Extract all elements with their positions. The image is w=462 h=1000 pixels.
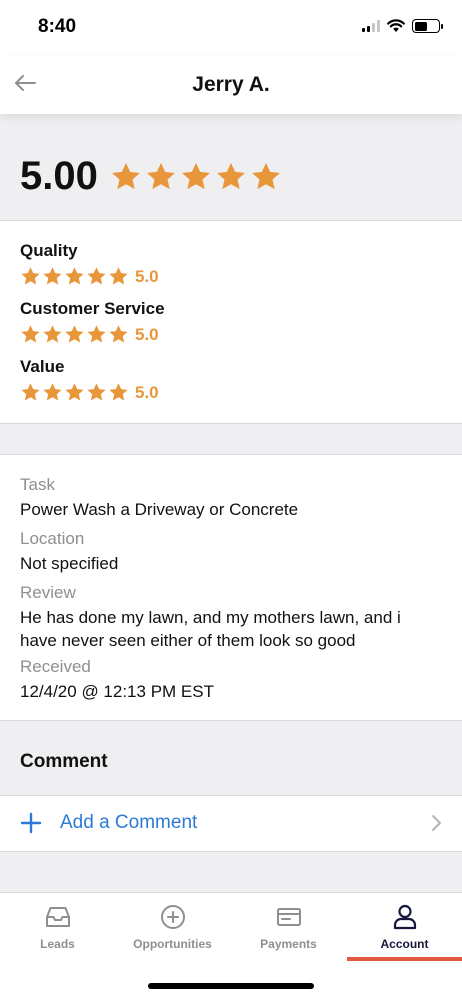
review-text: He has done my lawn, and my mothers lawn… — [20, 608, 401, 650]
rating-score-value: 5.0 — [135, 382, 159, 402]
star-icon — [86, 324, 107, 345]
status-icons — [362, 19, 443, 33]
rating-label-customer-service: Customer Service — [20, 299, 165, 318]
rating-label-quality: Quality — [20, 241, 78, 260]
bottom-spacer — [0, 852, 462, 892]
received-label: Received — [20, 657, 91, 676]
status-bar: 8:40 — [0, 0, 462, 56]
star-icon — [86, 266, 107, 287]
tab-label: Leads — [40, 937, 75, 951]
section-spacer — [0, 424, 462, 454]
star-icon — [64, 382, 85, 403]
star-icon — [108, 266, 129, 287]
received-value: 12/4/20 @ 12:13 PM EST — [20, 682, 214, 701]
page-title: Jerry A. — [192, 73, 270, 96]
tab-label: Payments — [260, 937, 317, 951]
star-icon — [42, 324, 63, 345]
rating-score-customer-service: 5.0 — [135, 324, 159, 344]
status-time: 8:40 — [38, 16, 77, 37]
overall-rating: 5.00 — [20, 154, 285, 199]
chevron-right-icon — [432, 815, 441, 831]
battery-icon — [412, 19, 443, 33]
rating-value: 5.0 — [20, 382, 159, 403]
inbox-icon — [45, 907, 70, 927]
star-icon — [64, 324, 85, 345]
star-icon — [64, 266, 85, 287]
tab-leads[interactable]: Leads — [0, 893, 115, 963]
star-icon — [145, 161, 177, 193]
star-icon — [42, 382, 63, 403]
add-comment-label: Add a Comment — [60, 812, 198, 833]
tab-opportunities[interactable]: Opportunities — [115, 893, 230, 963]
tab-payments[interactable]: Payments — [231, 893, 346, 963]
overall-stars — [110, 161, 285, 193]
nav-header: Jerry A. — [0, 56, 462, 114]
star-icon — [215, 161, 247, 193]
star-icon — [20, 324, 41, 345]
rating-quality: 5.0 — [20, 266, 159, 287]
home-indicator — [148, 983, 314, 989]
star-icon — [108, 382, 129, 403]
person-icon — [393, 904, 416, 930]
star-icon — [42, 266, 63, 287]
task-label: Task — [20, 475, 55, 494]
star-icon — [86, 382, 107, 403]
location-label: Location — [20, 529, 85, 548]
overall-score: 5.00 — [20, 154, 98, 198]
star-icon — [110, 161, 142, 193]
rating-label-value: Value — [20, 357, 65, 376]
plus-circle-icon — [160, 905, 185, 929]
review-label: Review — [20, 583, 76, 602]
task-value: Power Wash a Driveway or Concrete — [20, 500, 299, 519]
card-icon — [276, 908, 301, 926]
rating-score-quality: 5.0 — [135, 266, 159, 286]
comment-title: Comment — [20, 751, 108, 772]
location-value: Not specified — [20, 554, 119, 573]
star-icon — [108, 324, 129, 345]
rating-customer-service: 5.0 — [20, 324, 159, 345]
tab-account[interactable]: Account — [347, 893, 462, 963]
cellular-signal-icon — [362, 20, 380, 32]
tab-bar: Leads Opportunities Payments Account — [0, 892, 462, 1000]
plus-icon — [20, 812, 42, 834]
star-icon — [20, 266, 41, 287]
star-icon — [180, 161, 212, 193]
star-icon — [250, 161, 282, 193]
star-icon — [20, 382, 41, 403]
add-comment-button[interactable]: Add a Comment — [0, 796, 462, 851]
wifi-icon — [387, 19, 405, 32]
tab-label: Account — [380, 937, 429, 951]
tab-label: Opportunities — [133, 937, 212, 951]
active-tab-indicator — [347, 957, 462, 961]
